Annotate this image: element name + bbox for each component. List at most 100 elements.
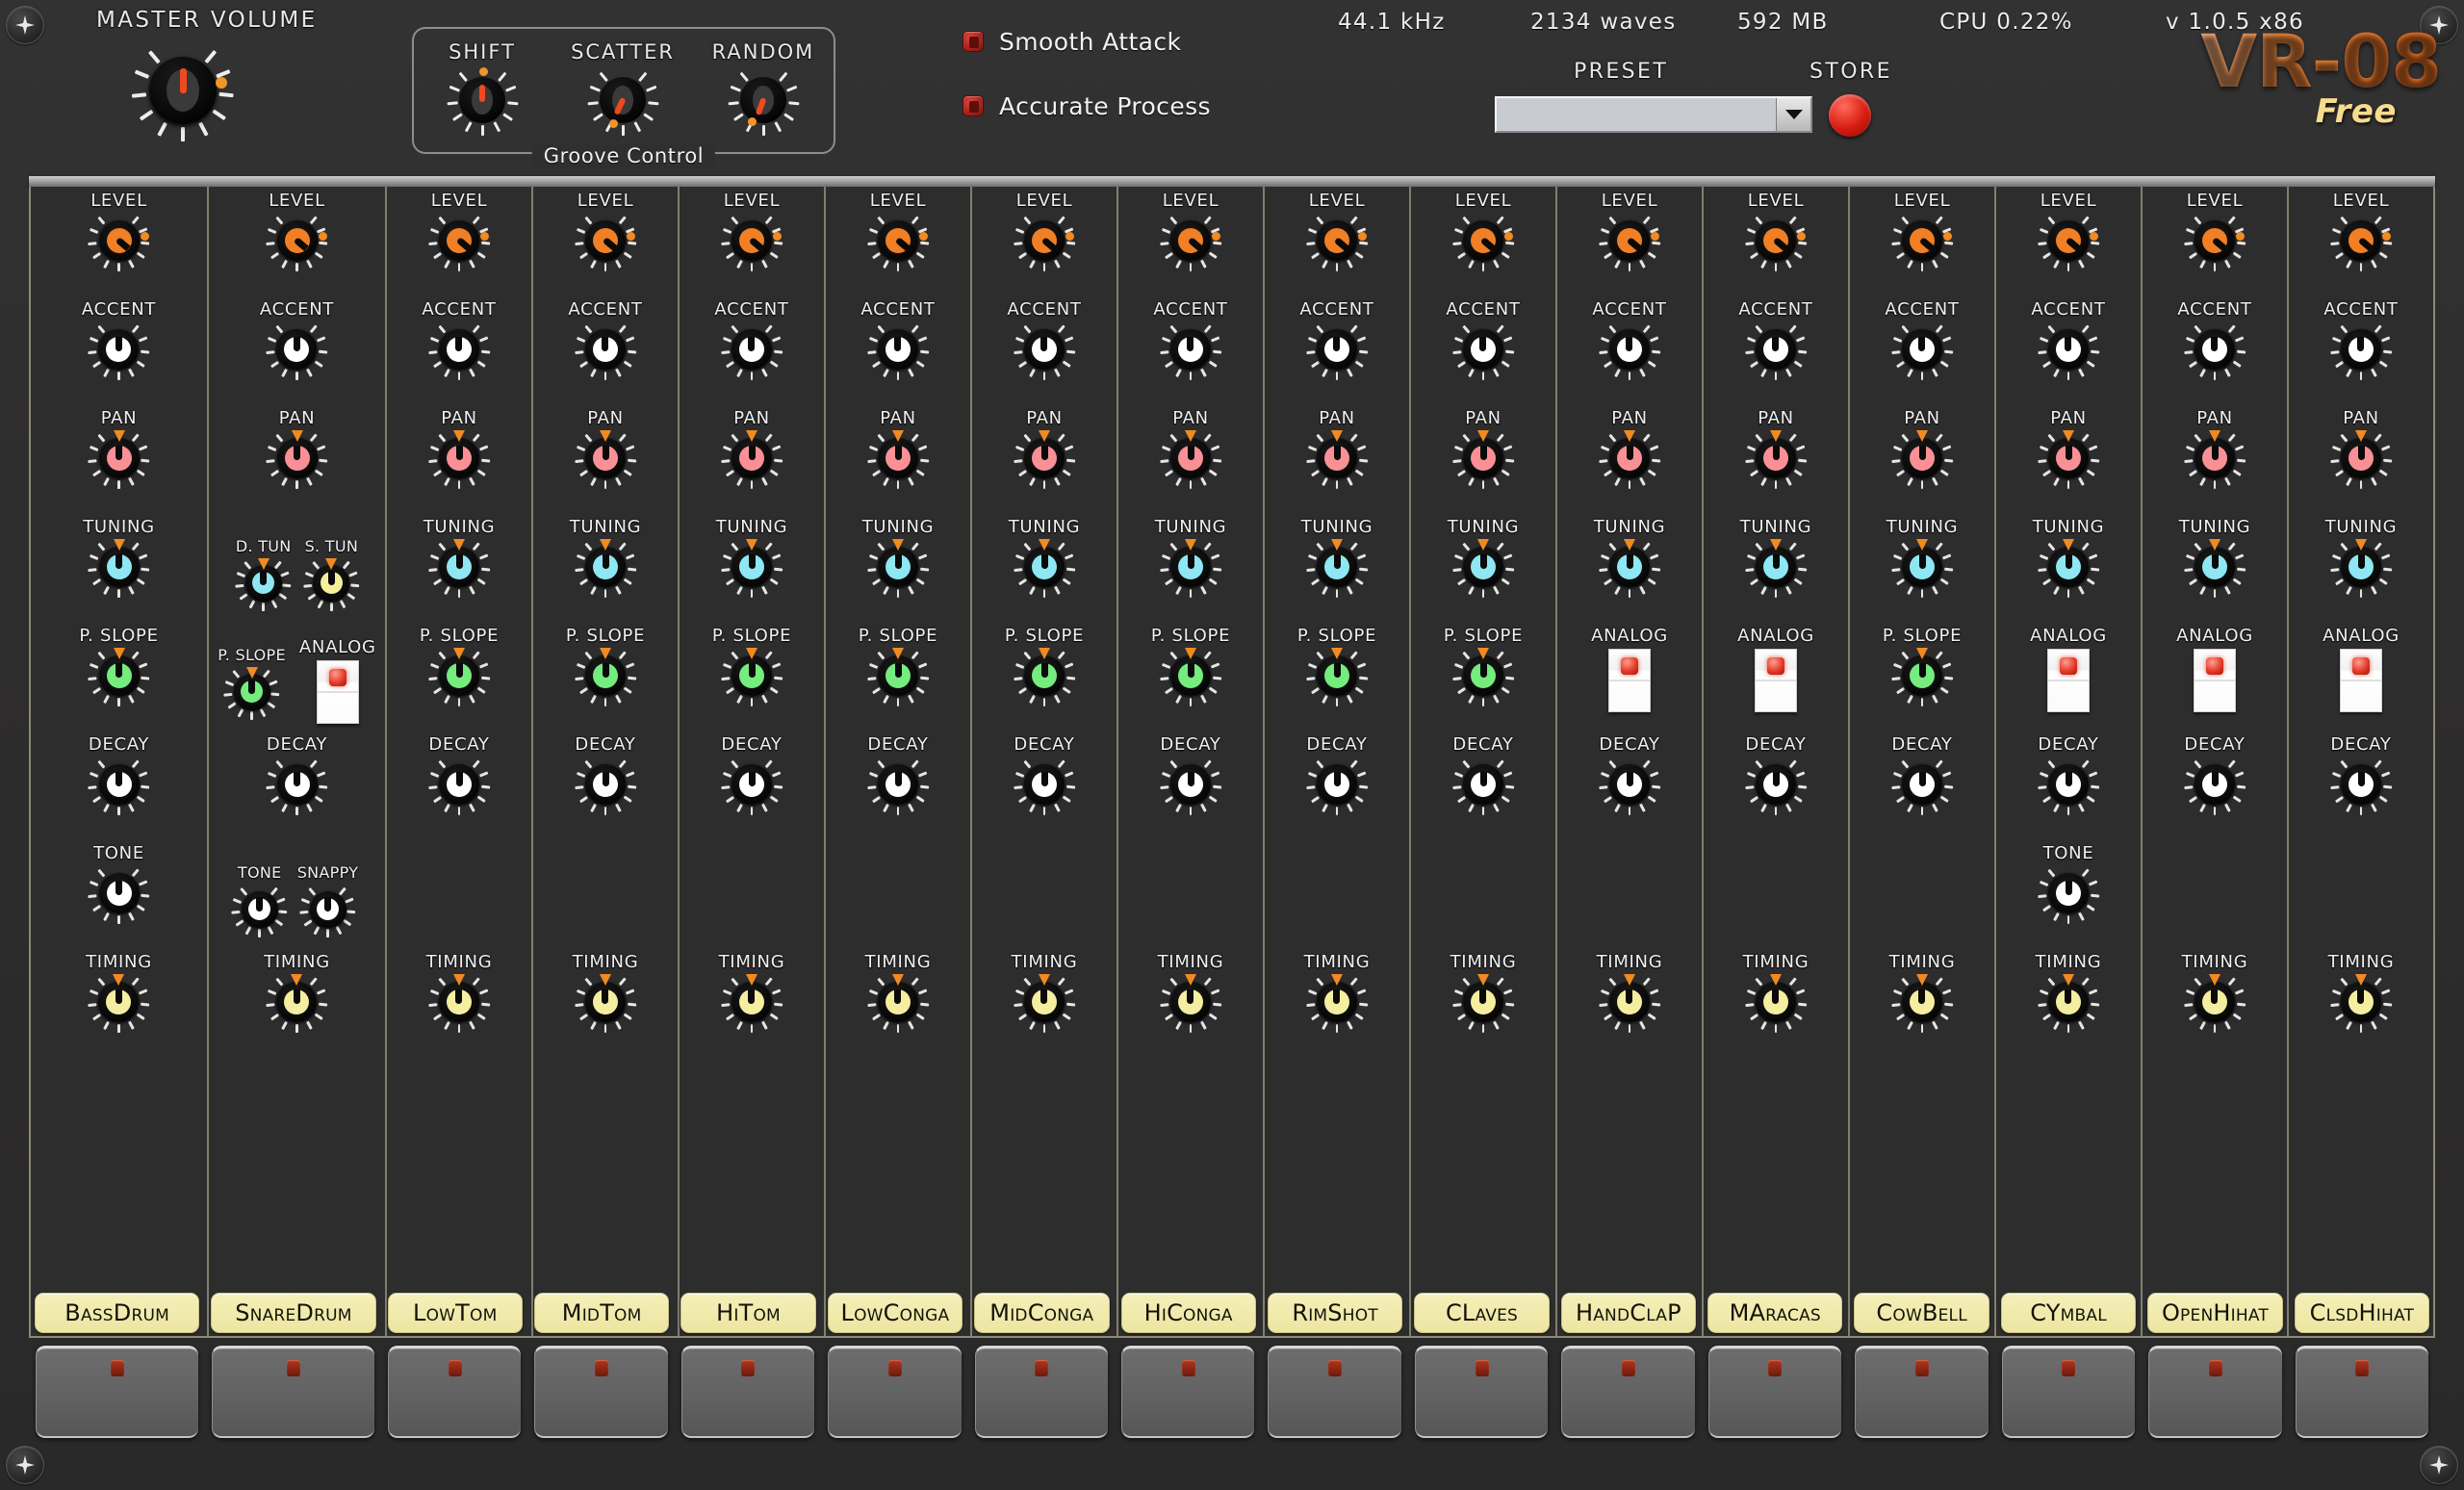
chevron-down-icon[interactable]	[1776, 98, 1810, 131]
knob-p-slope[interactable]	[871, 649, 925, 703]
knob-timing[interactable]	[2041, 975, 2095, 1029]
knob-decay[interactable]	[1310, 758, 1364, 811]
knob-level[interactable]	[1456, 214, 1510, 268]
knob-decay[interactable]	[1603, 758, 1656, 811]
channel-name-button-cowbell[interactable]: CowBell	[1854, 1293, 1989, 1333]
resize-handle-bottom-right-icon[interactable]	[2420, 1446, 2458, 1484]
option-accurate-process[interactable]: Accurate Process	[962, 86, 1211, 126]
knob-tuning[interactable]	[92, 540, 146, 594]
knob-decay[interactable]	[432, 758, 486, 811]
knob-tuning[interactable]	[2041, 540, 2095, 594]
knob-pan[interactable]	[1895, 431, 1949, 485]
analog-toggle-switch[interactable]	[317, 660, 359, 724]
knob-timing[interactable]	[1749, 975, 1803, 1029]
knob-timing[interactable]	[270, 975, 323, 1029]
knob-tuning[interactable]	[1310, 540, 1364, 594]
trigger-pad-maracas[interactable]	[1708, 1346, 1841, 1438]
knob-level[interactable]	[2041, 214, 2095, 268]
knob-timing[interactable]	[91, 975, 145, 1029]
knob-p-slope[interactable]	[578, 649, 632, 703]
knob-tuning[interactable]	[2188, 540, 2242, 594]
knob-pan[interactable]	[1603, 431, 1656, 485]
knob-level[interactable]	[871, 214, 925, 268]
knob-pan[interactable]	[2041, 431, 2095, 485]
channel-name-button-hitom[interactable]: HiTom	[680, 1293, 815, 1333]
knob-decay[interactable]	[1164, 758, 1218, 811]
knob-d-tun[interactable]	[240, 559, 288, 607]
knob-timing[interactable]	[2334, 975, 2388, 1029]
trigger-pad-claves[interactable]	[1415, 1346, 1548, 1438]
knob-timing[interactable]	[1017, 975, 1071, 1029]
knob-tuning[interactable]	[871, 540, 925, 594]
resize-handle-top-left-icon[interactable]	[6, 6, 44, 44]
knob-decay[interactable]	[1456, 758, 1510, 811]
knob-level[interactable]	[578, 214, 632, 268]
knob-s-tun[interactable]	[307, 559, 355, 607]
random-knob[interactable]	[732, 69, 794, 131]
knob-pan[interactable]	[270, 431, 324, 485]
knob-level[interactable]	[2188, 214, 2242, 268]
channel-name-button-claves[interactable]: CLaves	[1414, 1293, 1549, 1333]
knob-pan[interactable]	[2188, 431, 2242, 485]
trigger-pad-openhihat[interactable]	[2148, 1346, 2281, 1438]
knob-decay[interactable]	[2188, 758, 2242, 811]
channel-name-button-maracas[interactable]: MAracas	[1707, 1293, 1842, 1333]
knob-p-slope[interactable]	[725, 649, 779, 703]
knob-tuning[interactable]	[1456, 540, 1510, 594]
knob-tuning[interactable]	[1749, 540, 1803, 594]
knob-pan[interactable]	[92, 431, 146, 485]
knob-pan[interactable]	[1749, 431, 1803, 485]
knob-tuning[interactable]	[578, 540, 632, 594]
trigger-pad-rimshot[interactable]	[1268, 1346, 1400, 1438]
channel-name-button-openhihat[interactable]: OpenHihat	[2147, 1293, 2282, 1333]
knob-decay[interactable]	[270, 758, 324, 811]
trigger-pad-bassdrum[interactable]	[36, 1346, 198, 1438]
checkbox-icon[interactable]	[962, 95, 984, 116]
knob-tuning[interactable]	[1603, 540, 1656, 594]
knob-level[interactable]	[1164, 214, 1218, 268]
knob-accent[interactable]	[1603, 322, 1656, 376]
knob-tuning[interactable]	[1164, 540, 1218, 594]
knob-tuning[interactable]	[1895, 540, 1949, 594]
knob-decay[interactable]	[1017, 758, 1071, 811]
knob-tuning[interactable]	[1017, 540, 1071, 594]
knob-timing[interactable]	[1895, 975, 1949, 1029]
knob-decay[interactable]	[2041, 758, 2095, 811]
resize-handle-bottom-left-icon[interactable]	[6, 1446, 44, 1484]
knob-p-slope[interactable]	[1017, 649, 1071, 703]
option-smooth-attack[interactable]: Smooth Attack	[962, 21, 1211, 62]
knob-accent[interactable]	[2041, 322, 2095, 376]
knob-level[interactable]	[725, 214, 779, 268]
knob-tuning[interactable]	[2334, 540, 2388, 594]
trigger-pad-hitom[interactable]	[681, 1346, 814, 1438]
knob-pan[interactable]	[578, 431, 632, 485]
channel-name-button-bassdrum[interactable]: BassDrum	[35, 1293, 199, 1333]
knob-pan[interactable]	[871, 431, 925, 485]
knob-pan[interactable]	[1310, 431, 1364, 485]
knob-p-slope[interactable]	[1895, 649, 1949, 703]
knob-level[interactable]	[92, 214, 146, 268]
trigger-pad-handclap[interactable]	[1561, 1346, 1694, 1438]
knob-pan[interactable]	[1017, 431, 1071, 485]
knob-level[interactable]	[270, 214, 324, 268]
knob-tone[interactable]	[2041, 866, 2095, 920]
knob-accent[interactable]	[1017, 322, 1071, 376]
knob-level[interactable]	[1749, 214, 1803, 268]
knob-tone[interactable]	[92, 866, 146, 920]
knob-pan[interactable]	[432, 431, 486, 485]
knob-accent[interactable]	[1456, 322, 1510, 376]
knob-decay[interactable]	[1895, 758, 1949, 811]
channel-name-button-hiconga[interactable]: HiConga	[1121, 1293, 1256, 1333]
channel-name-button-handclap[interactable]: HandClaP	[1561, 1293, 1696, 1333]
knob-timing[interactable]	[1310, 975, 1364, 1029]
knob-timing[interactable]	[578, 975, 632, 1029]
checkbox-icon[interactable]	[962, 31, 984, 52]
knob-accent[interactable]	[2188, 322, 2242, 376]
knob-p-slope[interactable]	[432, 649, 486, 703]
scatter-knob[interactable]	[592, 69, 654, 131]
knob-accent[interactable]	[578, 322, 632, 376]
knob-tuning[interactable]	[432, 540, 486, 594]
knob-accent[interactable]	[91, 322, 145, 376]
channel-name-button-rimshot[interactable]: RimShot	[1268, 1293, 1402, 1333]
channel-name-button-cymbal[interactable]: CYmbal	[2001, 1293, 2136, 1333]
